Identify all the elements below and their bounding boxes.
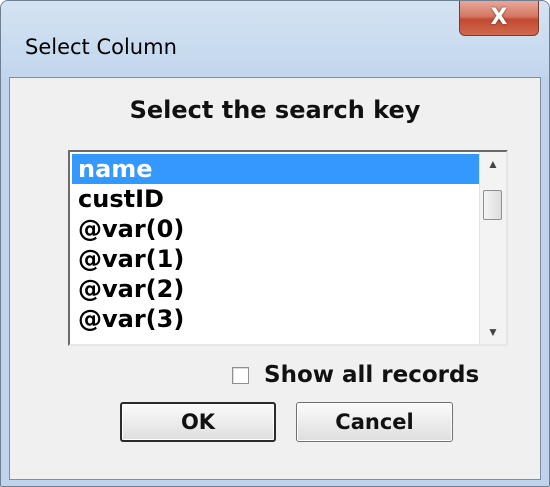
ok-button[interactable]: OK	[120, 402, 276, 442]
scroll-thumb[interactable]	[483, 190, 502, 220]
scroll-down-icon[interactable]: ▼	[480, 320, 506, 344]
dialog-heading: Select the search key	[129, 96, 421, 124]
dialog-body: Select the search key name custID @var(0…	[9, 77, 541, 480]
dialog-window: Select Column X Select the search key na…	[0, 0, 550, 487]
title-bar[interactable]: Select Column X	[1, 1, 549, 77]
list-scrollbar[interactable]: ▲ ▼	[479, 152, 506, 344]
window-title: Select Column	[25, 35, 177, 59]
scroll-up-icon[interactable]: ▲	[480, 152, 506, 176]
column-listbox[interactable]: name custID @var(0) @var(1) @var(2) @var…	[68, 150, 508, 346]
close-button[interactable]: X	[459, 1, 539, 36]
show-all-records-checkbox[interactable]	[232, 366, 249, 384]
close-icon: X	[490, 5, 508, 30]
cancel-button[interactable]: Cancel	[296, 402, 453, 442]
list-item-var3[interactable]: @var(3)	[72, 304, 480, 334]
list-item-name[interactable]: name	[72, 154, 480, 184]
list-item-var1[interactable]: @var(1)	[72, 244, 480, 274]
list-item-custid[interactable]: custID	[72, 184, 480, 214]
show-all-records-row[interactable]: Show all records	[232, 362, 479, 388]
list-item-var0[interactable]: @var(0)	[72, 214, 480, 244]
show-all-records-label[interactable]: Show all records	[264, 362, 479, 388]
list-items: name custID @var(0) @var(1) @var(2) @var…	[72, 154, 480, 334]
list-item-var2[interactable]: @var(2)	[72, 274, 480, 304]
